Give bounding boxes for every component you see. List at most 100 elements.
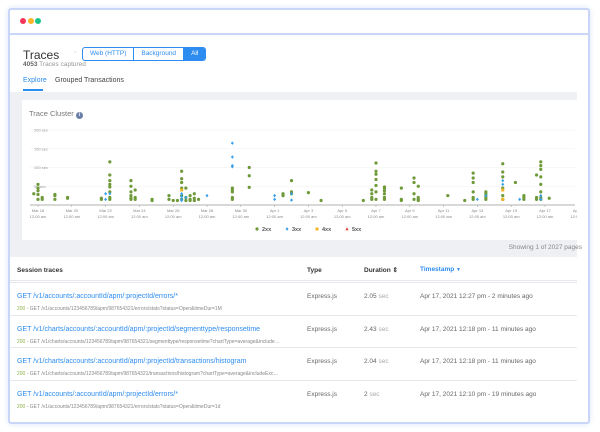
minimize-window-dot[interactable]	[28, 18, 34, 24]
count-value: 4053	[23, 61, 38, 68]
x-tick-label: Apr 17	[539, 208, 552, 213]
data-point-2xx	[374, 172, 378, 176]
data-point-2xx	[230, 190, 234, 194]
x-tick-label: Mar 30	[235, 208, 248, 213]
data-point-2xx	[230, 197, 234, 201]
x-tick-label: Mar 24	[133, 208, 146, 213]
x-tick-label: Apr 1	[270, 208, 280, 213]
table-row[interactable]: GET /v1/charts/accounts/:accountId/apm/:…	[10, 347, 577, 380]
x-tick-label: 12:00 am	[165, 214, 182, 219]
data-point-2xx	[416, 198, 420, 203]
data-point-4xx	[501, 188, 505, 192]
data-point-2xx	[53, 192, 57, 197]
column-duration[interactable]: Duration ⇕	[364, 266, 398, 274]
data-point-2xx	[196, 197, 201, 201]
data-point-2xx	[188, 198, 192, 203]
data-point-2xx	[184, 198, 188, 203]
x-tick-label: Apr 5	[337, 208, 347, 213]
data-point-2xx	[374, 183, 378, 188]
page-title: Traces	[23, 48, 60, 62]
legend-label-4xx: 4xx	[322, 227, 332, 233]
trace-duration: 2.43 sec	[364, 325, 389, 333]
trace-scatter-chart[interactable]: 200 sec150 sec100 sec50 secMar 1812:00 a…	[22, 100, 577, 240]
data-point-2xx	[374, 197, 378, 201]
data-point-2xx	[539, 164, 543, 168]
data-point-3xx	[273, 193, 277, 198]
data-point-3xx	[290, 198, 293, 202]
data-point-2xx	[129, 179, 133, 183]
tab-grouped-transactions[interactable]: Grouped Transactions	[55, 77, 124, 84]
table-row[interactable]: GET /v1/charts/accounts/:accountId/apm/:…	[10, 314, 577, 348]
data-point-2xx	[463, 198, 467, 203]
data-point-3xx	[230, 155, 234, 159]
data-point-2xx	[501, 170, 505, 174]
active-tab-indicator	[23, 89, 43, 91]
pagination-status: Showing 1 of 2027 pages	[508, 244, 582, 251]
x-tick-label: 12:00 am	[199, 214, 216, 219]
data-point-3xx	[501, 182, 505, 187]
separator: ·	[74, 49, 77, 56]
x-tick-label: Apr 19	[573, 208, 577, 213]
data-point-2xx	[247, 174, 251, 178]
filter-background[interactable]: Background	[134, 48, 185, 60]
data-point-3xx	[104, 197, 108, 202]
trace-type: Express.js	[307, 358, 337, 365]
trace-timestamp: Apr 17, 2021 12:27 pm - 2 minutes ago	[420, 293, 533, 300]
data-point-2xx	[133, 188, 137, 192]
table-row[interactable]: GET /v1/accounts/:accountId/apm/:project…	[10, 282, 577, 315]
x-tick-label: 12:00 am	[300, 214, 317, 219]
data-point-2xx	[501, 162, 505, 166]
data-point-2xx	[247, 185, 251, 189]
trace-link[interactable]: GET /v1/accounts/:accountId/apm/:project…	[17, 391, 178, 398]
y-tick-label: 100 sec	[34, 165, 48, 170]
data-point-2xx	[471, 176, 475, 180]
x-tick-label: 12:00 am	[503, 214, 520, 219]
x-tick-label: Mar 18	[32, 208, 45, 213]
data-point-2xx	[361, 198, 365, 203]
trace-detail: 200 - GET /v1/charts/accounts/123456789/…	[17, 338, 280, 345]
filter-web-http[interactable]: Web (HTTP)	[83, 48, 135, 60]
data-point-2xx	[412, 197, 416, 201]
close-window-dot[interactable]	[20, 18, 26, 24]
count-label: Traces captured	[39, 61, 86, 68]
data-point-2xx	[471, 171, 475, 175]
data-point-2xx	[399, 198, 403, 203]
app-window: Traces · 4053 Traces captured Web (HTTP)…	[8, 8, 590, 424]
maximize-window-dot[interactable]	[35, 18, 41, 24]
x-tick-label: Apr 13	[472, 208, 485, 213]
data-point-2xx	[129, 197, 133, 201]
x-tick-label: 12:00 am	[30, 214, 47, 219]
trace-link[interactable]: GET /v1/charts/accounts/:accountId/apm/:…	[17, 358, 246, 365]
x-tick-label: 12:00 am	[469, 214, 486, 219]
column-timestamp[interactable]: Timestamp ▼	[420, 266, 461, 273]
data-point-2xx	[539, 175, 543, 179]
data-point-3xx	[104, 191, 108, 196]
column-session-traces[interactable]: Session traces	[17, 267, 63, 274]
y-tick-label: 200 sec	[34, 128, 48, 133]
legend-marker-3xx	[285, 227, 289, 231]
filter-all[interactable]: All	[184, 48, 206, 60]
trace-link[interactable]: GET /v1/accounts/:accountId/apm/:project…	[17, 293, 178, 300]
column-type[interactable]: Type	[307, 267, 322, 274]
table-row[interactable]: GET /v1/accounts/:accountId/apm/:project…	[10, 379, 577, 413]
x-tick-label: Mar 20	[66, 208, 79, 213]
data-point-2xx	[534, 197, 539, 201]
data-point-2xx	[150, 198, 154, 203]
data-point-2xx	[501, 175, 505, 179]
data-point-3xx	[273, 197, 277, 202]
trace-detail: 200 - GET /v1/accounts/123456789/apm/987…	[17, 306, 222, 312]
x-tick-label: 12:00 am	[368, 214, 385, 219]
title-bar	[10, 10, 588, 35]
trace-link[interactable]: GET /v1/charts/accounts/:accountId/apm/:…	[17, 326, 260, 333]
data-point-2xx	[471, 190, 475, 194]
data-point-3xx	[475, 197, 479, 202]
trace-duration: 2 sec	[364, 390, 380, 398]
x-tick-label: 12:00 am	[63, 214, 80, 219]
data-point-2xx	[36, 192, 40, 197]
x-tick-label: 12:00 am	[570, 214, 577, 219]
legend-marker-5xx	[345, 227, 349, 231]
x-tick-label: 12:00 am	[401, 214, 418, 219]
data-point-2xx	[180, 169, 184, 173]
tab-explore[interactable]: Explore	[23, 77, 47, 84]
data-point-2xx	[374, 177, 378, 182]
